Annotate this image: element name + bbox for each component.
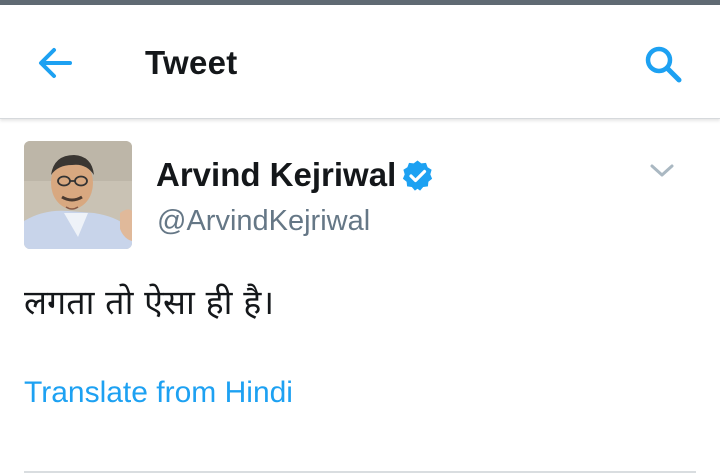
avatar-image bbox=[24, 141, 132, 249]
avatar[interactable] bbox=[24, 141, 132, 249]
tweet-options-button[interactable] bbox=[645, 157, 679, 185]
translate-link[interactable]: Translate from Hindi bbox=[24, 375, 293, 411]
arrow-left-icon bbox=[39, 48, 72, 78]
verified-badge-icon bbox=[402, 160, 433, 191]
app-bar: Tweet bbox=[0, 5, 720, 119]
page-title: Tweet bbox=[145, 44, 238, 81]
back-button[interactable] bbox=[34, 41, 78, 85]
tweet-detail: Arvind Kejriwal @ArvindKejriwal लगता तो … bbox=[0, 119, 720, 475]
search-button[interactable] bbox=[640, 41, 686, 87]
author-handle[interactable]: @ArvindKejriwal bbox=[157, 203, 370, 239]
tweet-text: लगता तो ऐसा ही है। bbox=[24, 283, 275, 323]
chevron-down-icon bbox=[650, 164, 674, 177]
author-name[interactable]: Arvind Kejriwal bbox=[156, 155, 396, 195]
search-icon bbox=[645, 46, 682, 83]
divider bbox=[24, 471, 696, 473]
